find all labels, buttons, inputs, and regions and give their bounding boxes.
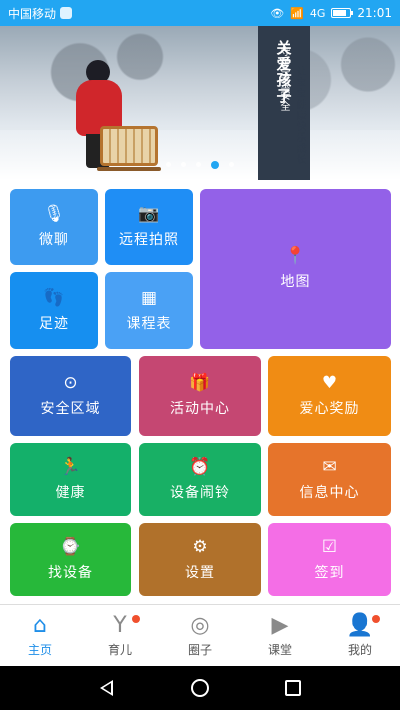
banner-tagline: 让宝宝健康快乐成长 xyxy=(294,66,305,165)
sprout-icon: Y xyxy=(113,613,127,638)
running-person-icon: 🏃 xyxy=(59,456,82,477)
back-icon xyxy=(100,680,114,696)
tile-label: 活动中心 xyxy=(170,401,230,417)
recents-icon xyxy=(285,680,302,696)
feature-grid: 🎙 微聊 📷 远程拍照 📍 地图 👣 足迹 ▦ 课程表 ⊙ 安全区域 🎁 活动中心 ♥ 爱心奖励 🏃 健康 ⏰ 设备闹… xyxy=(0,180,400,604)
tile-photo[interactable]: 📷 远程拍照 xyxy=(105,189,193,265)
tile-label: 安全区域 xyxy=(40,401,101,417)
alarm-clock-icon: ⏰ xyxy=(189,456,211,477)
carousel-dot xyxy=(166,162,171,167)
tab-planet[interactable]: ◎ 圈子 xyxy=(160,605,240,666)
network-type: 4G xyxy=(309,6,326,20)
back-button[interactable] xyxy=(95,676,119,700)
gear-icon: ⚙ xyxy=(192,536,208,557)
video-play-icon: ▶ xyxy=(271,613,289,638)
status-indicators: 👁 📶 4G 21:01 xyxy=(270,6,392,20)
recents-button[interactable] xyxy=(281,676,305,700)
home-circle-icon xyxy=(190,679,209,697)
tile-label: 健康 xyxy=(55,484,86,501)
tab-label: 圈子 xyxy=(187,643,212,657)
carrier-group: 中国移动 xyxy=(8,5,73,22)
carousel-dot xyxy=(196,162,201,167)
tile-rewards[interactable]: ♥ 爱心奖励 xyxy=(268,356,391,436)
tile-label: 足迹 xyxy=(39,315,69,332)
gift-icon: 🎁 xyxy=(189,373,211,393)
camera-icon: 📷 xyxy=(138,204,160,224)
tile-find[interactable]: ⌚ 找设备 xyxy=(10,523,131,596)
tile-alarm[interactable]: ⏰ 设备闹铃 xyxy=(139,443,261,516)
notification-dot xyxy=(132,615,140,623)
tile-map[interactable]: 📍 地图 xyxy=(200,189,391,349)
tab-sprout[interactable]: Y 育儿 xyxy=(80,605,160,666)
system-nav-bar xyxy=(0,666,400,710)
tile-footprint[interactable]: 👣 足迹 xyxy=(10,272,98,349)
tile-checkin[interactable]: ☑ 签到 xyxy=(268,523,391,596)
banner-subtitle: 守护宝宝安全 xyxy=(278,46,289,112)
tab-home[interactable]: ⌂ 主页 xyxy=(0,605,80,666)
tile-label: 签到 xyxy=(314,564,345,581)
carousel-dot xyxy=(181,162,186,167)
watch-icon: ⌚ xyxy=(59,536,82,557)
tile-health[interactable]: 🏃 健康 xyxy=(10,443,131,516)
tile-label: 远程拍照 xyxy=(119,232,179,248)
eye-icon: 👁 xyxy=(270,6,285,20)
tab-video-play[interactable]: ▶ 课堂 xyxy=(240,605,320,666)
home-icon: ⌂ xyxy=(33,613,47,638)
tile-label: 设备闹铃 xyxy=(170,484,230,501)
microphone-icon: 🎙 xyxy=(43,204,65,224)
message-icon: ✉ xyxy=(322,456,337,477)
status-bar: 中国移动 👁 📶 4G 21:01 xyxy=(0,0,400,26)
tab-label: 课堂 xyxy=(267,643,292,657)
carousel-indicator xyxy=(0,161,400,169)
shield-icon xyxy=(60,7,73,19)
tab-person[interactable]: 👤 我的 xyxy=(320,605,400,666)
tile-settings[interactable]: ⚙ 设置 xyxy=(139,523,261,596)
banner-sled xyxy=(97,126,161,171)
footprint-icon: 👣 xyxy=(43,287,65,308)
carousel-dot xyxy=(229,162,234,167)
tile-schedule[interactable]: ▦ 课程表 xyxy=(105,272,193,349)
tab-label: 主页 xyxy=(27,643,52,657)
banner-carousel[interactable]: 关爱孩子 守护宝宝安全 让宝宝健康快乐成长 xyxy=(0,26,400,180)
safe-zone-icon: ⊙ xyxy=(63,373,78,393)
clock: 21:01 xyxy=(357,6,392,20)
wifi-icon: 📶 xyxy=(290,6,304,20)
tile-label: 微聊 xyxy=(39,232,69,248)
tile-label: 信息中心 xyxy=(299,484,360,501)
tab-label: 育儿 xyxy=(107,643,132,657)
tile-messages[interactable]: ✉ 信息中心 xyxy=(268,443,391,516)
banner-snow xyxy=(0,130,400,180)
notification-dot xyxy=(372,615,380,623)
bottom-tab-bar: ⌂ 主页 Y 育儿 ◎ 圈子 ▶ 课堂 👤 我的 xyxy=(0,604,400,666)
tile-label: 设置 xyxy=(185,564,215,581)
tile-events[interactable]: 🎁 活动中心 xyxy=(139,356,261,436)
tile-safezone[interactable]: ⊙ 安全区域 xyxy=(10,356,131,436)
home-button[interactable] xyxy=(188,676,212,700)
heart-icon: ♥ xyxy=(321,373,338,393)
check-calendar-icon: ☑ xyxy=(321,536,338,557)
tab-label: 我的 xyxy=(347,643,372,657)
tile-label: 找设备 xyxy=(48,564,93,581)
tile-label: 地图 xyxy=(280,274,311,290)
tile-voice[interactable]: 🎙 微聊 xyxy=(10,189,98,265)
carrier-name: 中国移动 xyxy=(8,6,57,21)
carousel-dot xyxy=(211,161,219,169)
calendar-grid-icon: ▦ xyxy=(140,287,158,308)
location-pin-icon: 📍 xyxy=(284,246,307,266)
tile-label: 爱心奖励 xyxy=(299,401,360,417)
planet-icon: ◎ xyxy=(190,613,210,638)
person-icon: 👤 xyxy=(346,613,374,638)
tile-label: 课程表 xyxy=(126,315,172,332)
battery-icon xyxy=(331,8,354,18)
